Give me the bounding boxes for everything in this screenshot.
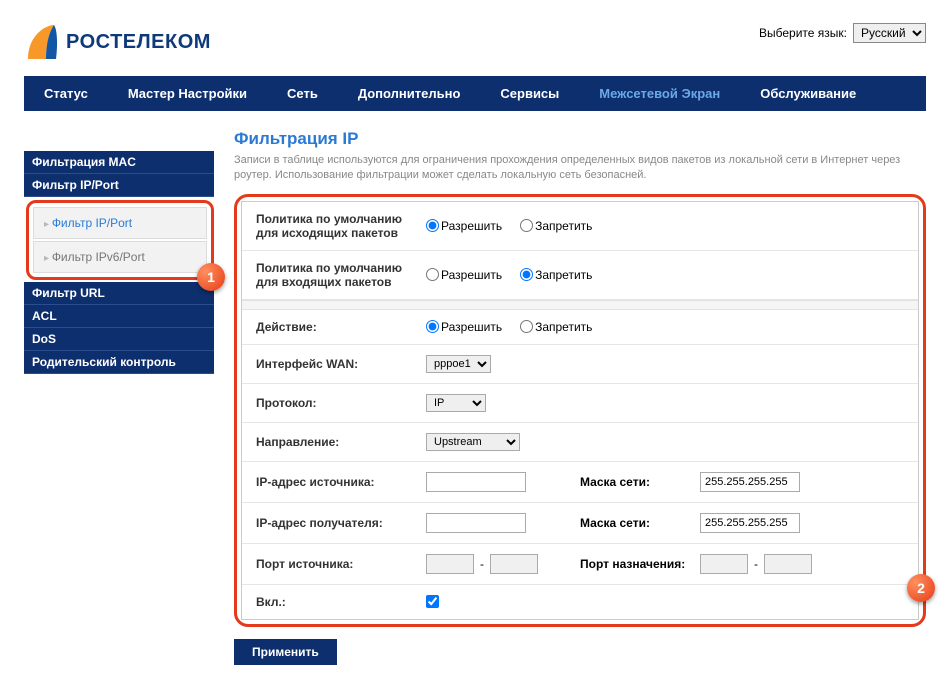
- label-policy-out: Политика по умолчанию для исходящих паке…: [256, 212, 426, 240]
- language-label: Выберите язык:: [759, 26, 847, 40]
- input-src-mask[interactable]: [700, 472, 800, 492]
- label-dst-ip: IP-адрес получателя:: [256, 516, 426, 530]
- nav-wizard[interactable]: Мастер Настройки: [108, 76, 267, 111]
- sidebar-sub-highlight: Фильтр IP/Port Фильтр IPv6/Port 1: [26, 200, 214, 280]
- select-proto[interactable]: IP: [426, 394, 486, 412]
- input-src-port-to[interactable]: [490, 554, 538, 574]
- apply-button[interactable]: Применить: [234, 639, 337, 665]
- label-src-ip: IP-адрес источника:: [256, 475, 426, 489]
- label-src-mask: Маска сети:: [580, 475, 700, 489]
- checkbox-enable[interactable]: [426, 595, 439, 608]
- label-proto: Протокол:: [256, 396, 426, 410]
- radio-out-deny[interactable]: [520, 219, 533, 232]
- radio-out-allow[interactable]: [426, 219, 439, 232]
- radio-action-deny[interactable]: [520, 320, 533, 333]
- label-policy-in: Политика по умолчанию для входящих пакет…: [256, 261, 426, 289]
- nav-advanced[interactable]: Дополнительно: [338, 76, 481, 111]
- label-enable: Вкл.:: [256, 595, 426, 609]
- sidebar-sub-ip-port[interactable]: Фильтр IP/Port: [33, 207, 207, 239]
- sidebar-item-mac-filter[interactable]: Фильтрация MAC: [24, 151, 214, 174]
- language-picker: Выберите язык: Русский: [759, 23, 926, 43]
- input-src-ip[interactable]: [426, 472, 526, 492]
- input-dst-mask[interactable]: [700, 513, 800, 533]
- sidebar: Фильтрация MAC Фильтр IP/Port Фильтр IP/…: [24, 129, 214, 665]
- main-nav: Статус Мастер Настройки Сеть Дополнитель…: [24, 76, 926, 111]
- radio-in-allow[interactable]: [426, 268, 439, 281]
- dash-separator: -: [480, 557, 484, 571]
- select-wan[interactable]: pppoe1: [426, 355, 491, 373]
- label-wan: Интерфейс WAN:: [256, 357, 426, 371]
- sidebar-item-ip-port[interactable]: Фильтр IP/Port: [24, 174, 214, 197]
- logo-text: РОСТЕЛЕКОМ: [66, 31, 211, 54]
- radio-in-deny[interactable]: [520, 268, 533, 281]
- sidebar-sub-ipv6-port[interactable]: Фильтр IPv6/Port: [33, 241, 207, 273]
- label-action: Действие:: [256, 320, 426, 334]
- content: Фильтрация IP Записи в таблице использую…: [234, 129, 926, 665]
- form-panel: Политика по умолчанию для исходящих паке…: [241, 201, 919, 620]
- label-dst-mask: Маска сети:: [580, 516, 700, 530]
- sidebar-item-parental[interactable]: Родительский контроль: [24, 351, 214, 374]
- sidebar-item-acl[interactable]: ACL: [24, 305, 214, 328]
- label-src-port: Порт источника:: [256, 557, 426, 571]
- select-direction[interactable]: Upstream: [426, 433, 520, 451]
- nav-maintenance[interactable]: Обслуживание: [740, 76, 876, 111]
- callout-badge-2: 2: [907, 574, 935, 602]
- input-dst-port-from[interactable]: [700, 554, 748, 574]
- form-highlight: Политика по умолчанию для исходящих паке…: [234, 194, 926, 627]
- input-dst-port-to[interactable]: [764, 554, 812, 574]
- label-dst-port: Порт назначения:: [580, 557, 700, 571]
- callout-badge-1: 1: [197, 263, 225, 291]
- label-direction: Направление:: [256, 435, 426, 449]
- sidebar-item-dos[interactable]: DoS: [24, 328, 214, 351]
- language-select[interactable]: Русский: [853, 23, 926, 43]
- dash-separator: -: [754, 557, 758, 571]
- logo: РОСТЕЛЕКОМ: [24, 23, 211, 61]
- radio-action-allow[interactable]: [426, 320, 439, 333]
- nav-status[interactable]: Статус: [24, 76, 108, 111]
- section-divider: [242, 300, 918, 310]
- nav-firewall[interactable]: Межсетевой Экран: [579, 76, 740, 111]
- input-src-port-from[interactable]: [426, 554, 474, 574]
- page-description: Записи в таблице используются для ограни…: [234, 153, 926, 184]
- sidebar-item-url-filter[interactable]: Фильтр URL: [24, 282, 214, 305]
- rostelecom-logo-icon: [24, 23, 60, 61]
- input-dst-ip[interactable]: [426, 513, 526, 533]
- page-title: Фильтрация IP: [234, 129, 926, 149]
- nav-network[interactable]: Сеть: [267, 76, 338, 111]
- nav-services[interactable]: Сервисы: [480, 76, 579, 111]
- header: РОСТЕЛЕКОМ Выберите язык: Русский: [24, 15, 926, 76]
